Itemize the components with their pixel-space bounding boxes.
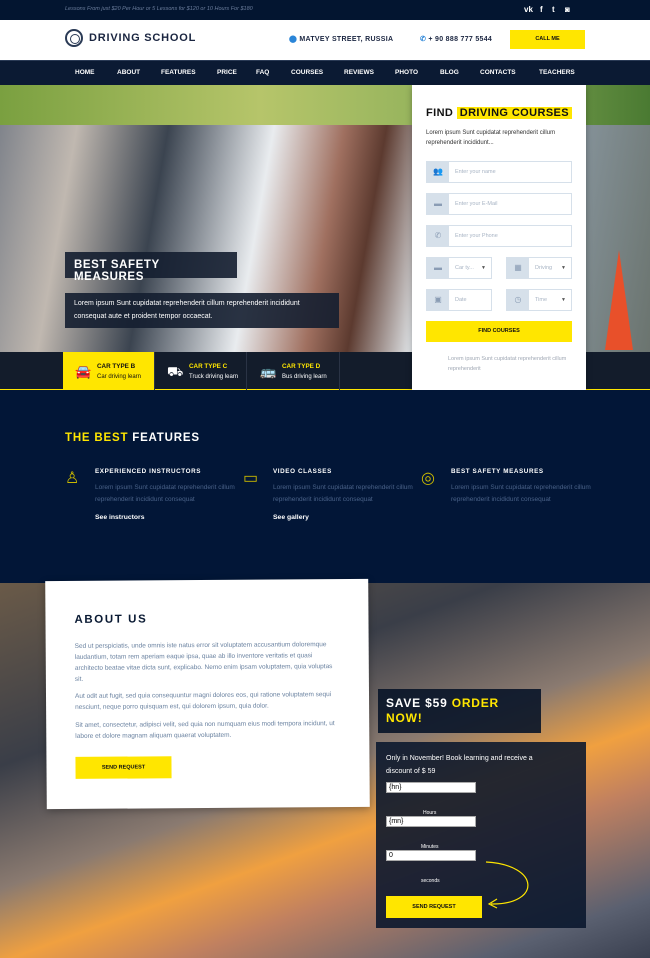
address: ⬤ MATVEY STREET, RUSSIA <box>289 35 393 43</box>
countdown-send-request-button[interactable]: SEND REQUEST <box>386 896 482 918</box>
car-icon: ▬ <box>427 258 449 278</box>
car-icon: ▬ <box>427 194 449 214</box>
phone-text: + 90 888 777 5544 <box>428 36 493 43</box>
form-description: Lorem ipsum Sunt cupidatat reprehenderit… <box>426 130 556 146</box>
car-type-desc: Truck driving learn <box>189 374 239 380</box>
nav-price[interactable]: PRICE <box>217 69 237 76</box>
instagram-icon[interactable]: ◙ <box>565 5 570 14</box>
car-type-desc: Bus driving learn <box>282 374 327 380</box>
clock-icon: ◷ <box>507 290 529 310</box>
car-type-d[interactable]: 🚌 CAR TYPE D Bus driving learn <box>248 352 340 390</box>
location-pin-icon: ⬤ <box>289 36 300 43</box>
seconds-label: seconds <box>421 878 440 884</box>
see-gallery-link[interactable]: See gallery <box>273 514 443 521</box>
feature-safety: ◎ BEST SAFETY MEASURES Lorem ipsum Sunt cu… <box>421 468 591 503</box>
driving-select[interactable]: ▦ Driving ▼ <box>506 257 572 279</box>
curved-arrow-icon <box>485 861 529 909</box>
name-input[interactable]: 👥 Enter your name <box>426 161 572 183</box>
offer-text: Only in November! Book learning and rece… <box>386 755 533 775</box>
nav-contacts[interactable]: CONTACTS <box>480 69 516 76</box>
nav-photo[interactable]: PHOTO <box>395 69 418 76</box>
about-paragraph: Aut odit aut fugit, sed quia consequuntu… <box>74 691 332 711</box>
email-input[interactable]: ▬ Enter your E-Mail <box>426 193 572 215</box>
nav-home[interactable]: HOME <box>75 69 95 76</box>
call-me-button[interactable]: CALL ME <box>510 30 585 49</box>
feature-instructors: ♙ EXPERIENCED INSTRUCTORS Lorem ipsum Sunt… <box>65 468 265 521</box>
bus-icon: 🚌 <box>260 364 277 379</box>
find-courses-button[interactable]: FIND COURSES <box>426 321 572 342</box>
feature-video: ▭ VIDEO CLASSES Lorem ipsum Sunt cupidatat… <box>243 468 443 521</box>
vk-icon[interactable]: vk <box>524 5 533 14</box>
nav-blog[interactable]: BLOG <box>440 69 459 76</box>
car-type-name: CAR TYPE B <box>97 363 136 370</box>
traffic-cone <box>605 250 633 350</box>
date-input[interactable]: ▣ Date <box>426 289 492 311</box>
see-instructors-link[interactable]: See instructors <box>95 514 265 521</box>
countdown-box: Only in November! Book learning and rece… <box>376 742 586 928</box>
logo-text[interactable]: DRIVING SCHOOL <box>89 32 196 44</box>
hero-title: BEST SAFETY MEASURES <box>65 252 237 283</box>
truck-icon: ⛟ <box>167 364 184 379</box>
nav-about[interactable]: ABOUT <box>117 69 140 76</box>
car-type-b[interactable]: 🚘 CAR TYPE B Car driving learn <box>63 352 155 390</box>
seconds-field[interactable]: 0 <box>386 850 476 861</box>
twitter-icon[interactable]: t <box>552 5 555 14</box>
hours-field[interactable]: {hn} <box>386 782 476 793</box>
form-note: Lorem ipsum Sunt cupidatat reprehenderit… <box>448 356 567 372</box>
about-paragraph: Sit amet, consectetur, adipisci velit, s… <box>75 720 335 740</box>
book-icon: ▦ <box>507 258 529 278</box>
form-title: FIND DRIVING COURSES <box>426 107 573 119</box>
hero-text: Lorem ipsum Sunt cupidatat reprehenderit… <box>65 293 339 328</box>
about-card: ABOUT US Sed ut perspiciatis, unde omnis… <box>45 578 370 810</box>
user-icon: ♙ <box>65 470 80 487</box>
address-text: MATVEY STREET, RUSSIA <box>299 36 394 43</box>
phone: ✆ + 90 888 777 5544 <box>420 35 492 43</box>
steering-wheel-logo-icon <box>65 29 83 47</box>
car-icon: 🚘 <box>75 364 92 379</box>
car-type-name: CAR TYPE C <box>189 363 228 370</box>
time-select[interactable]: ◷ Time ▼ <box>506 289 572 311</box>
nav-features[interactable]: FEATURES <box>161 69 196 76</box>
car-type-desc: Car driving learn <box>97 374 142 380</box>
main-nav: HOME ABOUT FEATURES PRICE FAQ COURSES RE… <box>0 60 650 85</box>
phone-icon: ✆ <box>427 226 449 246</box>
car-type-c[interactable]: ⛟ CAR TYPE C Truck driving learn <box>155 352 247 390</box>
features-title: THE BEST FEATURES <box>65 432 200 444</box>
caret-down-icon: ▼ <box>481 265 486 271</box>
nav-faq[interactable]: FAQ <box>256 69 269 76</box>
about-title: ABOUT US <box>74 613 148 626</box>
calendar-icon: ▣ <box>427 290 449 310</box>
nav-teachers[interactable]: TEACHERS <box>539 69 575 76</box>
send-request-button[interactable]: SEND REQUEST <box>75 756 172 779</box>
nav-courses[interactable]: COURSES <box>291 69 323 76</box>
find-courses-form: FIND DRIVING COURSES Lorem ipsum Sunt cu… <box>412 85 586 392</box>
car-type-select[interactable]: ▬ Car ty... ▼ <box>426 257 492 279</box>
car-type-name: CAR TYPE D <box>282 363 321 370</box>
tagline: Lessons From just $20 Per Hour or 5 Less… <box>65 6 253 12</box>
video-camera-icon: ▭ <box>243 470 259 487</box>
facebook-icon[interactable]: f <box>540 5 543 14</box>
minutes-field[interactable]: {mn} <box>386 816 476 827</box>
phone-input[interactable]: ✆ Enter your Phone <box>426 225 572 247</box>
user-icon: 👥 <box>427 162 449 182</box>
offer-title: SAVE $59 ORDER NOW! <box>378 689 541 733</box>
caret-down-icon: ▼ <box>561 265 566 271</box>
speedometer-icon: ◎ <box>421 470 435 487</box>
about-paragraph: Sed ut perspiciatis, unde omnis iste nat… <box>74 641 333 683</box>
nav-reviews[interactable]: REVIEWS <box>344 69 374 76</box>
caret-down-icon: ▼ <box>561 297 566 303</box>
